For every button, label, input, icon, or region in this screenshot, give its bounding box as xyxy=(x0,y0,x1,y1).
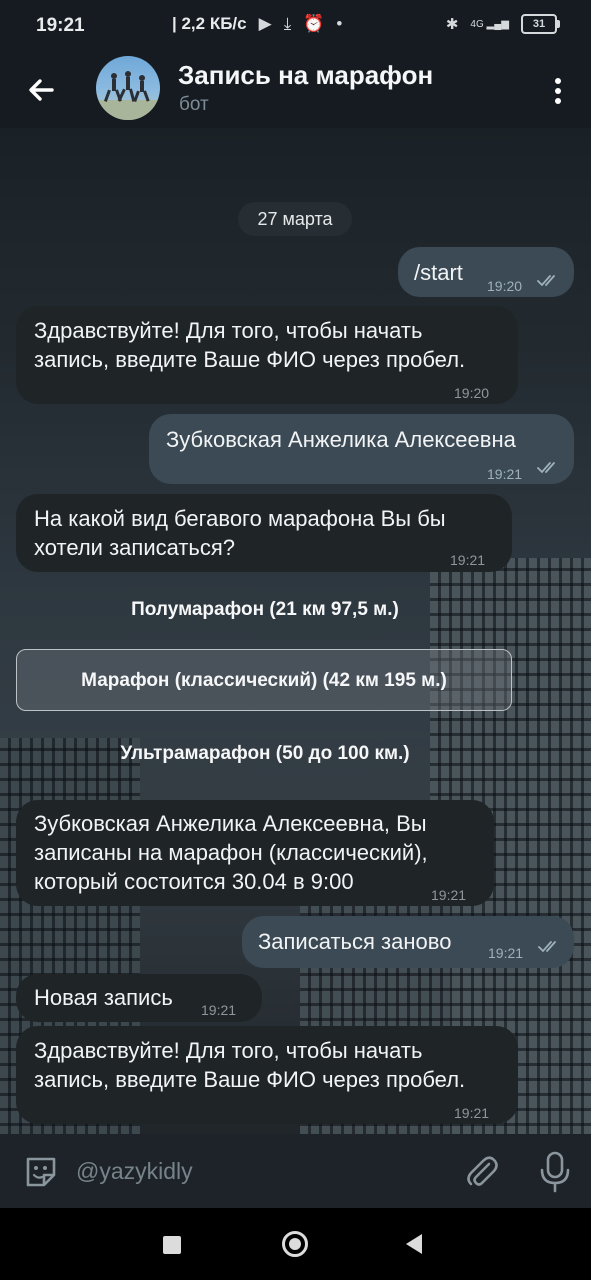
message-time: 19:21 xyxy=(488,945,524,961)
status-time: 19:21 xyxy=(36,15,85,36)
back-arrow-icon[interactable] xyxy=(22,70,62,110)
message-time: 19:21 xyxy=(450,552,486,568)
keyboard-button-half-marathon[interactable]: Полумарафон (21 км 97,5 м.) xyxy=(16,596,514,624)
alarm-icon: ⏰ xyxy=(303,14,325,33)
date-separator: 27 марта xyxy=(238,202,352,236)
message-text: Здравствуйте! Для того, чтобы начать зап… xyxy=(34,1038,466,1092)
message-incoming[interactable]: Здравствуйте! Для того, чтобы начать зап… xyxy=(16,1026,518,1124)
message-outgoing[interactable]: /start 19:20 xyxy=(398,247,574,297)
double-check-icon xyxy=(538,941,556,953)
keyboard-button-ultramarathon[interactable]: Ультрамарафон (50 до 100 км.) xyxy=(16,740,514,768)
menu-kebab-icon[interactable] xyxy=(553,76,563,106)
play-icon: ▶ xyxy=(258,14,272,33)
system-nav-bar xyxy=(0,1208,591,1280)
home-icon[interactable] xyxy=(282,1231,308,1257)
net-speed: | 2,2 КБ/с xyxy=(172,14,247,33)
message-text: Здравствуйте! Для того, чтобы начать зап… xyxy=(34,318,466,372)
battery-icon: 31 xyxy=(521,14,560,34)
message-text: На какой вид бегавого марафона Вы бы хот… xyxy=(34,506,446,560)
bot-avatar[interactable] xyxy=(96,56,160,120)
message-time: 19:20 xyxy=(487,278,523,294)
message-incoming[interactable]: Зубковская Анжелика Алексеевна, Вы запис… xyxy=(16,800,494,906)
message-incoming[interactable]: Здравствуйте! Для того, чтобы начать зап… xyxy=(16,306,518,404)
runners-avatar-image xyxy=(96,71,160,120)
signal-icon: 4G ▂▄▆ xyxy=(470,18,509,30)
recent-apps-icon[interactable] xyxy=(163,1236,181,1254)
status-left-icons: | 2,2 КБ/с ▶ ⤓ ⏰ • xyxy=(172,14,342,34)
message-incoming[interactable]: Новая запись 19:21 xyxy=(16,974,262,1022)
nav-back-icon[interactable] xyxy=(406,1234,422,1254)
message-input[interactable] xyxy=(76,1154,436,1188)
emoji-sticker-icon[interactable] xyxy=(22,1153,60,1191)
download-icon: ⤓ xyxy=(283,14,292,33)
double-check-icon xyxy=(537,462,555,474)
keyboard-button-marathon[interactable]: Марафон (классический) (42 км 195 м.) xyxy=(16,649,512,711)
message-incoming[interactable]: На какой вид бегавого марафона Вы бы хот… xyxy=(16,494,512,572)
message-text: Зубковская Анжелика Алексеевна, Вы запис… xyxy=(34,811,428,894)
microphone-icon[interactable] xyxy=(535,1150,575,1194)
message-text: /start xyxy=(414,260,463,285)
attach-paperclip-icon[interactable] xyxy=(462,1152,502,1192)
chat-title[interactable]: Запись на марафон xyxy=(178,60,433,91)
message-input-bar xyxy=(0,1134,591,1208)
message-time: 19:21 xyxy=(431,887,467,903)
message-text: Новая запись xyxy=(34,985,173,1010)
message-outgoing[interactable]: Записаться заново 19:21 xyxy=(242,916,574,968)
bluetooth-icon: ✱ xyxy=(445,16,459,33)
message-text: Записаться заново xyxy=(258,929,452,954)
message-time: 19:21 xyxy=(201,1002,237,1018)
network-label: 4G xyxy=(470,18,484,30)
status-bar: 19:21 | 2,2 КБ/с ▶ ⤓ ⏰ • ✱ 4G ▂▄▆ 31 xyxy=(0,0,591,54)
status-right-icons: ✱ 4G ▂▄▆ 31 xyxy=(445,14,560,34)
chat-area[interactable]: 27 марта /start 19:20 Здравствуйте! Для … xyxy=(0,128,591,1134)
chat-header: Запись на марафон бот xyxy=(0,54,591,128)
message-time: 19:20 xyxy=(454,385,490,401)
message-time: 19:21 xyxy=(454,1105,490,1121)
message-text: Зубковская Анжелика Алексеевна xyxy=(166,427,516,452)
double-check-icon xyxy=(537,275,555,287)
chat-subtitle: бот xyxy=(179,94,209,115)
dot-icon: • xyxy=(336,14,343,33)
message-outgoing[interactable]: Зубковская Анжелика Алексеевна 19:21 xyxy=(149,414,574,484)
message-time: 19:21 xyxy=(487,466,523,482)
